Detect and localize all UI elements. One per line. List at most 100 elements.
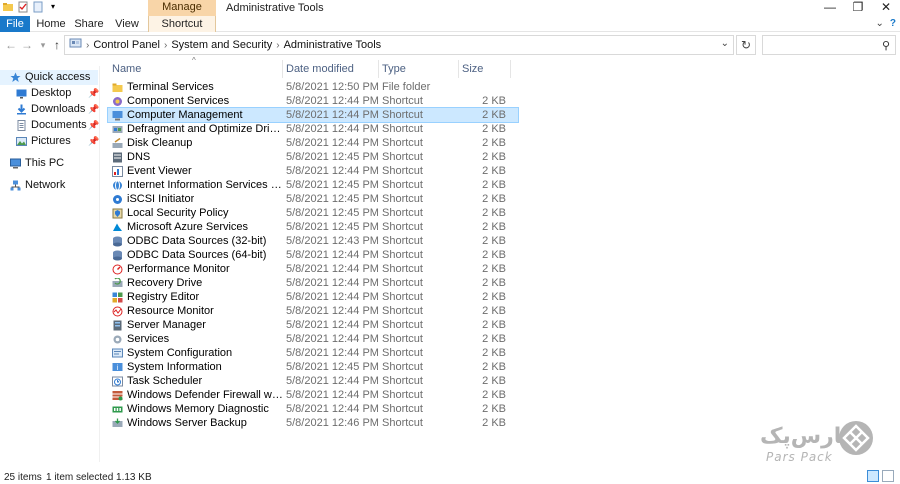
large-icons-view-icon[interactable] xyxy=(882,470,894,482)
recent-locations-button[interactable]: ▾ xyxy=(36,38,50,52)
file-name-cell: Defragment and Optimize Drives xyxy=(112,122,284,136)
up-button[interactable]: ↑ xyxy=(50,38,64,52)
sidebar-item-documents[interactable]: Documents 📌 xyxy=(0,118,99,133)
table-row[interactable]: Local Security Policy 5/8/2021 12:45 PM Sh… xyxy=(108,206,518,220)
help-icon[interactable]: ? xyxy=(890,18,896,29)
tab-share[interactable]: Share xyxy=(74,16,104,32)
table-row[interactable]: Internet Information Services (IIS) Mana… xyxy=(108,178,518,192)
table-row[interactable]: Microsoft Azure Services 5/8/2021 12:45 P… xyxy=(108,220,518,234)
table-row[interactable]: Server Manager 5/8/2021 12:44 PM Shortcut 2… xyxy=(108,318,518,332)
minimize-button[interactable]: — xyxy=(816,0,844,16)
table-row[interactable]: Resource Monitor 5/8/2021 12:44 PM Shortcu… xyxy=(108,304,518,318)
file-name: Registry Editor xyxy=(127,291,200,303)
table-row[interactable]: Windows Memory Diagnostic 5/8/2021 12:44 … xyxy=(108,402,518,416)
tab-home[interactable]: Home xyxy=(36,16,66,32)
file-date: 5/8/2021 12:44 PM xyxy=(286,165,379,177)
back-button[interactable]: ← xyxy=(4,38,18,52)
file-date: 5/8/2021 12:50 PM xyxy=(286,81,379,93)
column-divider[interactable] xyxy=(458,60,459,78)
file-name-cell: Windows Server Backup xyxy=(112,416,284,430)
pin-icon[interactable]: 📌 xyxy=(88,134,99,149)
sidebar-item-this-pc[interactable]: This PC xyxy=(0,156,98,171)
file-date: 5/8/2021 12:44 PM xyxy=(286,403,379,415)
table-row[interactable]: Windows Defender Firewall with Advanc...… xyxy=(108,388,518,402)
file-type: Shortcut xyxy=(382,207,423,219)
table-row[interactable]: Defragment and Optimize Drives 5/8/2021 1… xyxy=(108,122,518,136)
file-name: Windows Memory Diagnostic xyxy=(127,403,269,415)
search-icon[interactable]: ⚲ xyxy=(882,39,890,52)
sidebar-item-quick-access[interactable]: Quick access xyxy=(0,70,98,85)
maximize-button[interactable]: ❐ xyxy=(844,0,872,16)
table-row[interactable]: Computer Management 5/8/2021 12:44 PM Shor… xyxy=(107,107,519,123)
tab-shortcut-tools[interactable]: Shortcut Tools xyxy=(148,16,216,46)
pin-icon[interactable]: 📌 xyxy=(88,118,99,133)
table-row[interactable]: ODBC Data Sources (32-bit) 5/8/2021 12:43… xyxy=(108,234,518,248)
table-row[interactable]: Event Viewer 5/8/2021 12:44 PM Shortcut 2 K… xyxy=(108,164,518,178)
table-row[interactable]: DNS 5/8/2021 12:45 PM Shortcut 2 KB xyxy=(108,150,518,164)
file-type: Shortcut xyxy=(382,151,423,163)
table-row[interactable]: Disk Cleanup 5/8/2021 12:44 PM Shortcut 2 K… xyxy=(108,136,518,150)
file-size: 2 KB xyxy=(482,319,506,331)
table-row[interactable]: Services 5/8/2021 12:44 PM Shortcut 2 KB xyxy=(108,332,518,346)
column-header-size[interactable]: Size xyxy=(462,63,483,75)
pin-icon[interactable]: 📌 xyxy=(88,86,99,101)
column-header-date-modified[interactable]: Date modified xyxy=(286,63,354,75)
file-size: 2 KB xyxy=(482,123,506,135)
chevron-down-icon[interactable]: ⌄ xyxy=(721,38,729,49)
file-name: Microsoft Azure Services xyxy=(127,221,249,233)
column-header-name[interactable]: Name xyxy=(112,63,141,75)
chevron-down-icon[interactable]: ▾ xyxy=(47,1,59,13)
path-box[interactable]: › Control Panel › System and Security › … xyxy=(64,35,734,55)
column-divider[interactable] xyxy=(378,60,379,78)
sidebar-item-network[interactable]: Network xyxy=(0,178,98,193)
table-row[interactable]: ODBC Data Sources (64-bit) 5/8/2021 12:44… xyxy=(108,248,518,262)
sidebar-item-desktop[interactable]: Desktop 📌 xyxy=(0,86,99,101)
file-name: Services xyxy=(127,333,170,345)
refresh-button[interactable]: ↻ xyxy=(736,35,756,55)
expand-ribbon-icon[interactable]: ⌄ xyxy=(876,18,884,29)
download-icon xyxy=(16,104,27,115)
table-row[interactable]: Component Services 5/8/2021 12:44 PM Short… xyxy=(108,94,518,108)
performance-icon xyxy=(112,264,123,275)
file-name-cell: Windows Memory Diagnostic xyxy=(112,402,284,416)
column-divider[interactable] xyxy=(510,60,511,78)
breadcrumb-control-panel[interactable]: Control Panel xyxy=(93,39,160,51)
table-row[interactable]: System Configuration 5/8/2021 12:44 PM Sho… xyxy=(108,346,518,360)
breadcrumb-administrative-tools[interactable]: Administrative Tools xyxy=(284,39,382,51)
file-size: 2 KB xyxy=(482,333,506,345)
table-row[interactable]: Task Scheduler 5/8/2021 12:44 PM Shortcut 2… xyxy=(108,374,518,388)
iscsi-icon xyxy=(112,194,123,205)
table-row[interactable]: Recovery Drive 5/8/2021 12:44 PM Shortcut 2… xyxy=(108,276,518,290)
sidebar-item-downloads[interactable]: Downloads 📌 xyxy=(0,102,99,117)
close-button[interactable]: ✕ xyxy=(872,0,900,16)
file-type: Shortcut xyxy=(382,333,423,345)
file-type: Shortcut xyxy=(382,235,423,247)
column-divider[interactable] xyxy=(282,60,283,78)
breadcrumb-separator: › xyxy=(276,39,280,51)
table-row[interactable]: iSCSI Initiator 5/8/2021 12:45 PM Shortcut… xyxy=(108,192,518,206)
table-row[interactable]: Registry Editor 5/8/2021 12:44 PM Shortcut… xyxy=(108,290,518,304)
breadcrumb-system-and-security[interactable]: System and Security xyxy=(171,39,272,51)
table-row[interactable]: Terminal Services 5/8/2021 12:50 PM File f… xyxy=(108,80,518,94)
file-name: Defragment and Optimize Drives xyxy=(127,123,284,135)
column-header-type[interactable]: Type xyxy=(382,63,406,75)
search-input[interactable] xyxy=(762,35,896,55)
pin-icon[interactable]: 📌 xyxy=(88,102,99,117)
tab-file[interactable]: File xyxy=(0,16,30,32)
folder-icon[interactable] xyxy=(2,1,14,13)
forward-button[interactable]: → xyxy=(20,38,34,52)
file-date: 5/8/2021 12:45 PM xyxy=(286,179,379,191)
table-row[interactable]: i System Information 5/8/2021 12:45 PM Shor… xyxy=(108,360,518,374)
table-row[interactable]: Windows Server Backup 5/8/2021 12:46 PM Sh… xyxy=(108,416,518,430)
table-row[interactable]: Performance Monitor 5/8/2021 12:44 PM Shor… xyxy=(108,262,518,276)
tab-view[interactable]: View xyxy=(112,16,142,32)
sidebar-item-pictures[interactable]: Pictures 📌 xyxy=(0,134,99,149)
details-view-icon[interactable] xyxy=(867,470,879,482)
properties-icon[interactable] xyxy=(17,1,29,13)
file-name: System Configuration xyxy=(127,347,233,359)
manage-tab[interactable]: Manage xyxy=(148,0,216,16)
new-folder-icon[interactable] xyxy=(32,1,44,13)
title-bar: ▾ Manage Administrative Tools — ❐ ✕ xyxy=(0,0,900,16)
file-size: 2 KB xyxy=(482,193,506,205)
file-type: Shortcut xyxy=(382,347,423,359)
